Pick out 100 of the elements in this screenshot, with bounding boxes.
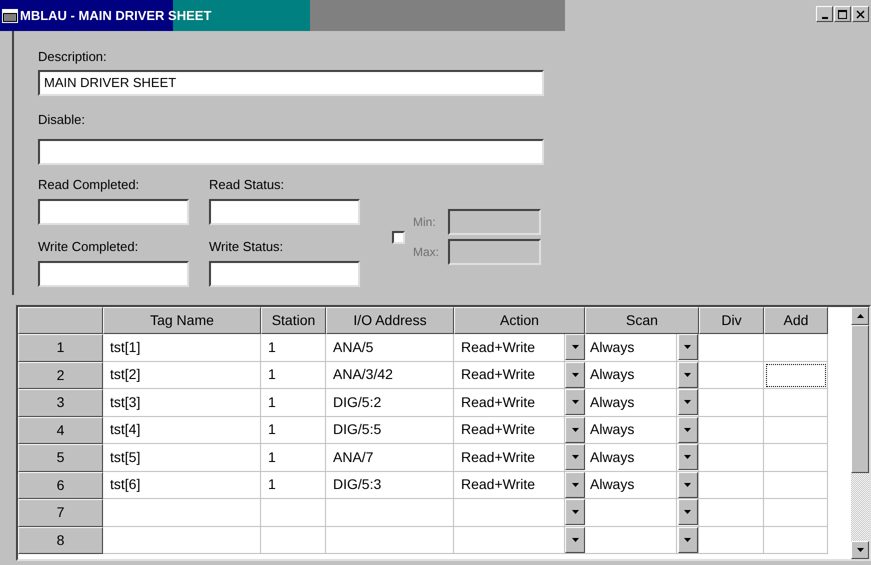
table-cell[interactable]: [764, 472, 828, 499]
column-header[interactable]: Div: [699, 307, 764, 334]
table-cell[interactable]: 1: [261, 444, 326, 472]
dropdown-button[interactable]: [565, 526, 585, 552]
table-cell[interactable]: Always: [585, 472, 677, 498]
row-header[interactable]: 1: [18, 334, 103, 362]
table-cell[interactable]: [261, 499, 326, 526]
table-cell[interactable]: Always: [585, 389, 677, 416]
table-cell[interactable]: Always: [585, 362, 677, 388]
scroll-up-button[interactable]: [851, 307, 869, 325]
table-cell[interactable]: 1: [261, 389, 326, 416]
table-cell[interactable]: [764, 499, 828, 526]
table-cell[interactable]: [699, 362, 764, 389]
dropdown-button[interactable]: [565, 362, 585, 388]
dropdown-button[interactable]: [678, 334, 698, 360]
field-label: Description:: [38, 49, 108, 65]
row-header[interactable]: 4: [18, 416, 103, 444]
table-cell[interactable]: [699, 472, 764, 499]
dropdown-button[interactable]: [678, 444, 698, 470]
window-title: MBLAU - MAIN DRIVER SHEET: [20, 7, 212, 26]
table-cell[interactable]: 1: [261, 416, 326, 444]
column-header[interactable]: Station: [261, 307, 326, 334]
table-cell[interactable]: [764, 444, 828, 472]
table-cell[interactable]: [261, 526, 326, 554]
table-cell[interactable]: Always: [585, 334, 677, 360]
column-header[interactable]: Scan: [585, 307, 699, 334]
minimize-icon: [822, 16, 828, 18]
disable-field[interactable]: [38, 139, 544, 165]
table-cell[interactable]: [764, 362, 828, 389]
caret-icon: [684, 428, 691, 432]
table-cell[interactable]: 1: [261, 334, 326, 362]
write-completed-field[interactable]: [38, 261, 189, 287]
dropdown-button[interactable]: [678, 526, 698, 552]
column-header[interactable]: Tag Name: [103, 307, 261, 334]
scroll-down-button[interactable]: [851, 541, 869, 559]
table-cell[interactable]: Always: [585, 416, 677, 443]
field-label: Read Status:: [209, 177, 286, 193]
column-header[interactable]: Add: [764, 307, 828, 334]
table-cell[interactable]: [103, 499, 261, 526]
table-cell[interactable]: tst[2]: [103, 362, 261, 389]
scrollbar[interactable]: [851, 307, 869, 559]
description-field[interactable]: MAIN DRIVER SHEET: [38, 70, 544, 96]
dropdown-button[interactable]: [678, 499, 698, 525]
dropdown-button[interactable]: [565, 334, 585, 360]
caret-icon: [684, 482, 691, 486]
row-header[interactable]: 8: [18, 526, 103, 554]
dropdown-button[interactable]: [565, 416, 585, 442]
dropdown-button[interactable]: [565, 389, 585, 415]
maximize-button[interactable]: [834, 6, 851, 22]
minimize-button[interactable]: [816, 6, 833, 22]
row-header[interactable]: 2: [18, 362, 103, 389]
table-cell[interactable]: [764, 334, 828, 362]
table-cell[interactable]: ANA/7: [326, 444, 454, 472]
dropdown-button[interactable]: [565, 444, 585, 470]
table-cell[interactable]: [699, 389, 764, 416]
table-cell[interactable]: [699, 334, 764, 362]
row-header[interactable]: 6: [18, 472, 103, 499]
table-cell[interactable]: DIG/5:5: [326, 416, 454, 444]
row-header[interactable]: 5: [18, 444, 103, 472]
table-cell[interactable]: [764, 416, 828, 444]
dropdown-button[interactable]: [678, 362, 698, 388]
table-cell[interactable]: [103, 526, 261, 554]
table-cell[interactable]: tst[5]: [103, 444, 261, 472]
table-cell[interactable]: tst[4]: [103, 416, 261, 444]
table-cell[interactable]: DIG/5:2: [326, 389, 454, 416]
write-status-field[interactable]: [209, 261, 360, 287]
dropdown-button[interactable]: [678, 416, 698, 442]
read-status-field[interactable]: [209, 199, 360, 225]
table-cell[interactable]: DIG/5:3: [326, 472, 454, 499]
table-cell[interactable]: Always: [585, 444, 677, 470]
read-completed-field[interactable]: [38, 199, 189, 225]
table-cell[interactable]: tst[6]: [103, 472, 261, 499]
column-header[interactable]: I/O Address: [326, 307, 454, 334]
table-cell[interactable]: [699, 416, 764, 444]
table-cell[interactable]: [764, 526, 828, 554]
dropdown-button[interactable]: [678, 389, 698, 415]
row-header[interactable]: 7: [18, 499, 103, 526]
table-cell[interactable]: [699, 526, 764, 554]
caret-icon: [684, 538, 691, 542]
table-cell[interactable]: [764, 389, 828, 416]
row-header[interactable]: 3: [18, 389, 103, 416]
table-cell[interactable]: [326, 499, 454, 526]
scroll-thumb[interactable]: [851, 325, 869, 473]
table-cell[interactable]: [699, 444, 764, 472]
table-cell[interactable]: 1: [261, 472, 326, 499]
table-cell[interactable]: ANA/5: [326, 334, 454, 362]
table-cell[interactable]: ANA/3/42: [326, 362, 454, 389]
table-cell[interactable]: tst[3]: [103, 389, 261, 416]
column-header[interactable]: Action: [454, 307, 585, 334]
table-cell[interactable]: 1: [261, 362, 326, 389]
close-button[interactable]: [852, 6, 869, 22]
table-cell[interactable]: [326, 526, 454, 554]
table-cell[interactable]: tst[1]: [103, 334, 261, 362]
caret-icon: [572, 510, 578, 514]
dropdown-button[interactable]: [565, 499, 585, 525]
caret-icon: [684, 510, 691, 514]
dropdown-button[interactable]: [565, 472, 585, 498]
table-cell[interactable]: [699, 499, 764, 526]
dropdown-button[interactable]: [678, 472, 698, 498]
caret-icon: [572, 482, 578, 486]
